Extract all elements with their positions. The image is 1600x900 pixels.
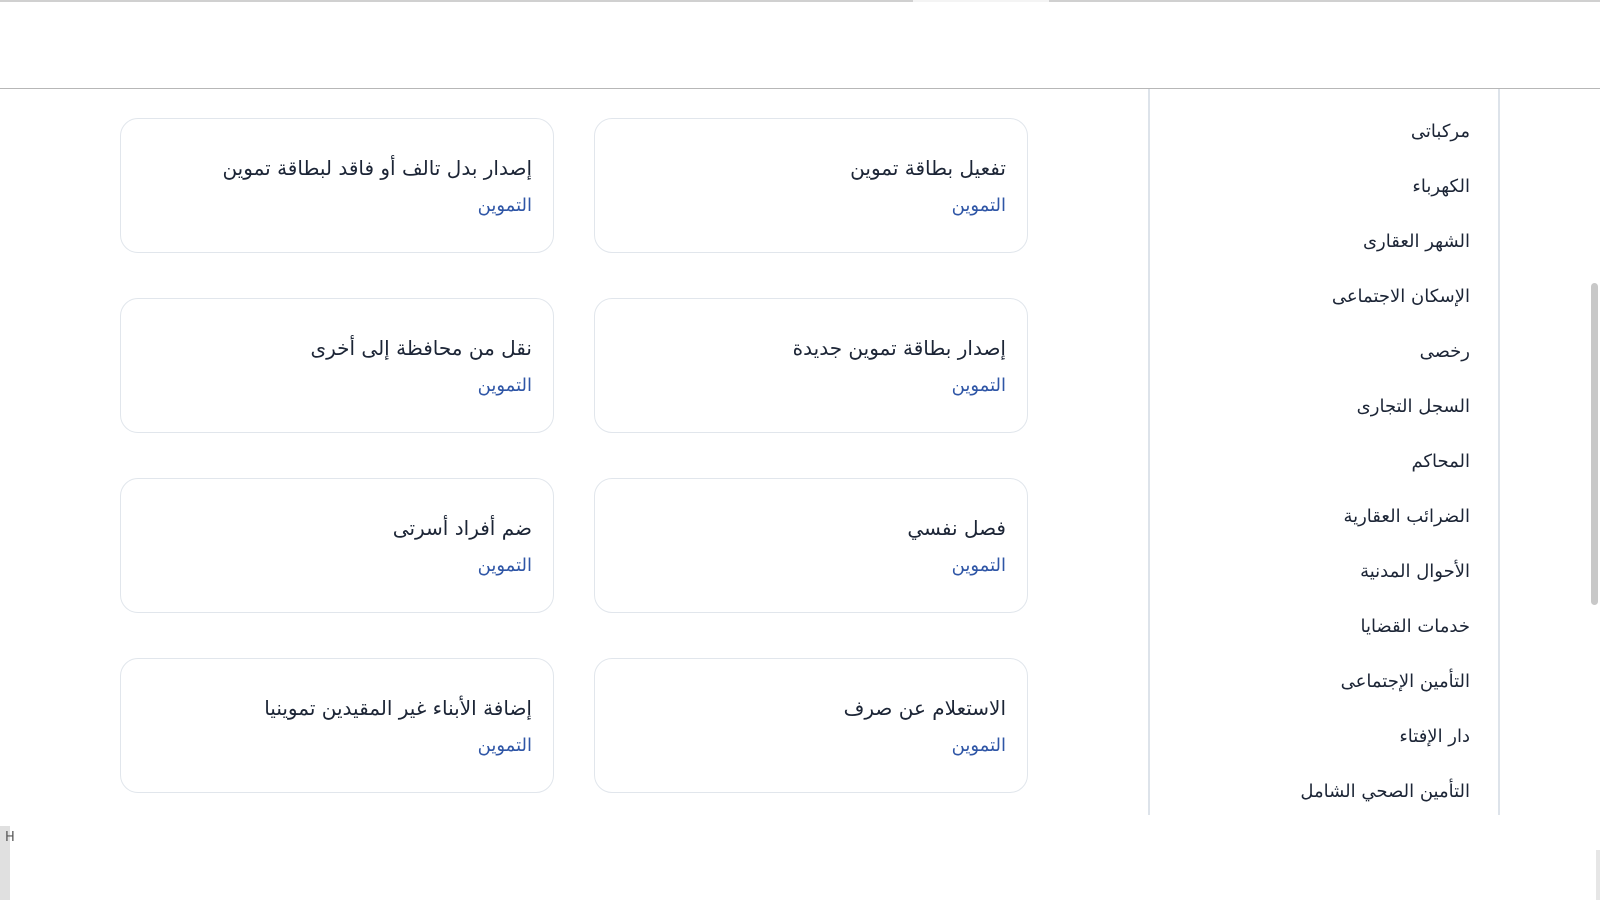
service-card[interactable]: إضافة الأبناء غير المقيدين تموينيا التمو… [120,658,554,793]
service-card-title: إصدار بدل تالف أو فاقد لبطاقة تموين [222,156,532,180]
service-card-title: إضافة الأبناء غير المقيدين تموينيا [264,696,532,720]
sidebar-item-dar-al-iftaa[interactable]: دار الإفتاء [1300,709,1470,764]
top-header [0,0,1600,89]
sidebar-item-comprehensive-health-insurance[interactable]: التأمين الصحي الشامل [1300,764,1470,815]
service-card[interactable]: إصدار بطاقة تموين جديدة التموين [594,298,1028,433]
header-top-border-gap [913,0,1049,2]
service-card[interactable]: إصدار بدل تالف أو فاقد لبطاقة تموين التم… [120,118,554,253]
service-card-category: التموين [951,375,1006,396]
sidebar-item-courts[interactable]: المحاكم [1300,434,1470,489]
service-card-title: نقل من محافظة إلى أخرى [310,336,532,360]
service-card-category: التموين [951,195,1006,216]
bottom-left-corner-text: H [5,830,15,845]
service-card[interactable]: فصل نفسي التموين [594,478,1028,613]
service-card-title: إصدار بطاقة تموين جديدة [792,336,1006,360]
sidebar-item-social-housing[interactable]: الإسكان الاجتماعى [1300,269,1470,324]
sidebar-item-commercial-registry[interactable]: السجل التجارى [1300,379,1470,434]
services-grid: تفعيل بطاقة تموين التموين إصدار بدل تالف… [120,118,1028,793]
service-card-title: الاستعلام عن صرف [843,696,1006,720]
sidebar-item-my-licenses[interactable]: رخصى [1300,324,1470,379]
service-card[interactable]: نقل من محافظة إلى أخرى التموين [120,298,554,433]
service-card-category: التموين [477,195,532,216]
sidebar-item-social-insurance[interactable]: التأمين الإجتماعى [1300,654,1470,709]
page-scrollbar-thumb[interactable] [1591,283,1598,605]
sidebar-item-property-taxes[interactable]: الضرائب العقارية [1300,489,1470,544]
page: تفعيل بطاقة تموين التموين إصدار بدل تالف… [0,0,1600,900]
service-card-title: ضم أفراد أسرتى [392,516,532,540]
service-card-category: التموين [951,555,1006,576]
service-card[interactable]: الاستعلام عن صرف التموين [594,658,1028,793]
service-card-category: التموين [477,375,532,396]
service-card-category: التموين [477,735,532,756]
bottom-right-edge [1596,850,1600,900]
service-card-category: التموين [951,735,1006,756]
sidebar-item-civil-status[interactable]: الأحوال المدنية [1300,544,1470,599]
service-card[interactable]: تفعيل بطاقة تموين التموين [594,118,1028,253]
service-card-title: فصل نفسي [907,516,1006,540]
service-card-title: تفعيل بطاقة تموين [850,156,1006,180]
sidebar-item-electricity[interactable]: الكهرباء [1300,159,1470,214]
sidebar-item-my-vehicles[interactable]: مركباتى [1300,104,1470,159]
service-card[interactable]: ضم أفراد أسرتى التموين [120,478,554,613]
sidebar-item-case-services[interactable]: خدمات القضايا [1300,599,1470,654]
sidebar-item-partial[interactable]: ـ [1300,89,1470,104]
sidebar-list: ـ مركباتى الكهرباء الشهر العقارى الإسكان… [1300,89,1470,815]
service-card-category: التموين [477,555,532,576]
header-top-border [0,0,1600,2]
service-categories-sidebar: ـ مركباتى الكهرباء الشهر العقارى الإسكان… [1148,89,1500,815]
sidebar-item-real-estate-registry[interactable]: الشهر العقارى [1300,214,1470,269]
